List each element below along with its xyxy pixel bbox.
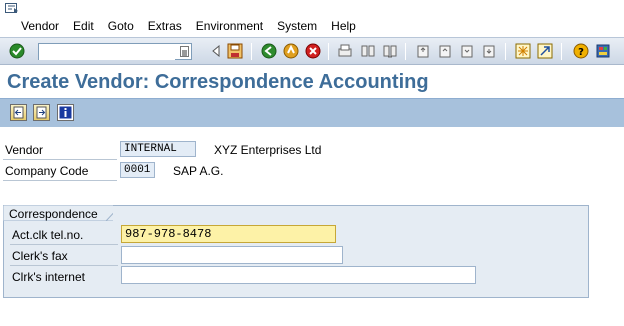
standard-toolbar: ?: [0, 37, 624, 65]
shortcut-icon[interactable]: [537, 43, 553, 59]
previous-page-icon[interactable]: [437, 43, 453, 59]
command-input[interactable]: [39, 44, 175, 60]
divider: [10, 244, 118, 245]
toolbar-separator: [328, 43, 329, 60]
back-icon[interactable]: [261, 43, 277, 59]
application-toolbar: [0, 98, 624, 127]
find-icon[interactable]: [360, 43, 376, 59]
next-page-icon[interactable]: [459, 43, 475, 59]
information-icon[interactable]: [57, 104, 74, 121]
layout-icon[interactable]: [595, 43, 611, 59]
menu-goto[interactable]: Goto: [108, 19, 134, 33]
next-screen-icon[interactable]: [33, 104, 50, 121]
enter-icon[interactable]: [9, 43, 25, 59]
title-bar: Create Vendor: Correspondence Accounting: [0, 65, 624, 98]
menu-system-icon[interactable]: [5, 3, 19, 14]
menu-system[interactable]: System: [277, 19, 317, 33]
clerk-internet-input[interactable]: [121, 266, 476, 284]
first-page-icon[interactable]: [415, 43, 431, 59]
exit-icon[interactable]: [283, 43, 299, 59]
menu-bar: Vendor Edit Goto Extras Environment Syst…: [0, 0, 624, 37]
command-field[interactable]: [38, 43, 192, 60]
correspondence-title: Correspondence: [9, 207, 98, 221]
company-code-label: Company Code: [5, 164, 89, 178]
menu-vendor[interactable]: Vendor: [21, 19, 59, 33]
divider: [3, 180, 117, 181]
company-name: SAP A.G.: [173, 164, 224, 178]
save-icon[interactable]: [227, 43, 243, 59]
toolbar-separator: [405, 43, 406, 60]
menu-edit[interactable]: Edit: [73, 19, 94, 33]
clerk-internet-label: Clrk's internet: [12, 270, 85, 284]
cancel-icon[interactable]: [305, 43, 321, 59]
menu-help[interactable]: Help: [331, 19, 356, 33]
vendor-name: XYZ Enterprises Ltd: [214, 143, 322, 157]
divider: [3, 159, 117, 160]
page-title: Create Vendor: Correspondence Accounting: [7, 71, 429, 93]
print-icon[interactable]: [337, 43, 353, 59]
create-session-icon[interactable]: [515, 43, 531, 59]
find-next-icon[interactable]: [382, 43, 398, 59]
clerk-tel-input[interactable]: 987-978-8478: [121, 225, 336, 243]
back-arrow-icon[interactable]: [208, 43, 224, 59]
toolbar-separator: [251, 43, 252, 60]
vendor-label: Vendor: [5, 143, 44, 157]
command-history-icon[interactable]: [180, 46, 189, 57]
clerk-fax-label: Clerk's fax: [12, 249, 68, 263]
last-page-icon[interactable]: [481, 43, 497, 59]
toolbar-separator: [561, 43, 562, 60]
clerk-tel-label: Act.clk tel.no.: [12, 228, 84, 242]
toolbar-separator: [505, 43, 506, 60]
menu-environment[interactable]: Environment: [196, 19, 263, 33]
company-code-field[interactable]: 0001: [120, 162, 155, 178]
vendor-field[interactable]: INTERNAL: [120, 141, 196, 157]
clerk-fax-input[interactable]: [121, 246, 343, 264]
previous-screen-icon[interactable]: [10, 104, 27, 121]
help-icon[interactable]: ?: [573, 43, 589, 59]
svg-text:?: ?: [578, 47, 584, 58]
divider: [10, 265, 118, 266]
menu-extras[interactable]: Extras: [148, 19, 182, 33]
